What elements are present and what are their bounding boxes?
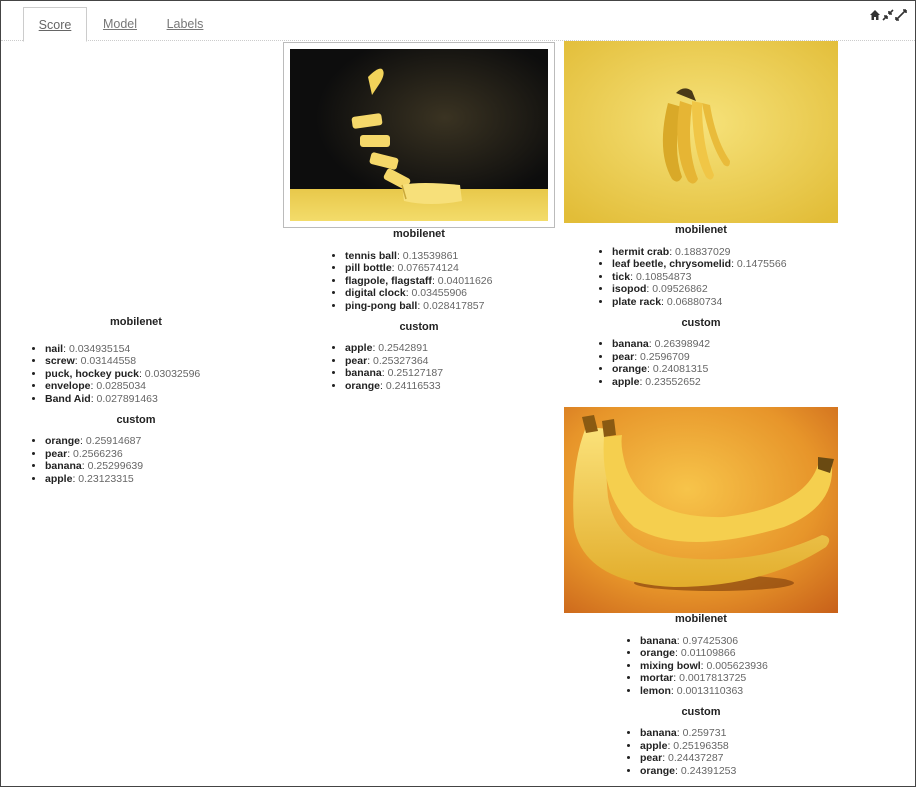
- list-item: hermit crab: 0.18837029: [612, 246, 838, 259]
- tab-labels[interactable]: Labels: [166, 7, 204, 41]
- tab-model[interactable]: Model: [102, 7, 138, 41]
- list-item: plate rack: 0.06880734: [612, 296, 838, 309]
- list-item: mortar: 0.0017813725: [640, 672, 838, 685]
- custom-heading: custom: [399, 320, 439, 333]
- list-item: pear: 0.25327364: [345, 355, 555, 368]
- banana-image: [564, 407, 838, 613]
- list-item: banana: 0.25299639: [45, 460, 257, 473]
- list-item: isopod: 0.09526862: [612, 283, 838, 296]
- list-item: apple: 0.23123315: [45, 473, 257, 486]
- list-item: orange: 0.24081315: [612, 363, 838, 376]
- list-item: pear: 0.2566236: [45, 448, 257, 461]
- list-item: pill bottle: 0.076574124: [345, 262, 555, 275]
- list-item: orange: 0.01109866: [640, 647, 838, 660]
- mobilenet-heading: mobilenet: [675, 613, 727, 625]
- custom-heading: custom: [681, 705, 721, 718]
- list-item: screw: 0.03144558: [45, 355, 257, 368]
- mobilenet-heading: mobilenet: [393, 228, 445, 240]
- list-item: banana: 0.259731: [640, 727, 838, 740]
- list-item: banana: 0.97425306: [640, 635, 838, 648]
- list-item: lemon: 0.0013110363: [640, 685, 838, 698]
- custom-predictions: apple: 0.2542891 pear: 0.25327364 banana…: [283, 342, 555, 392]
- result-image-3: [564, 41, 838, 223]
- custom-heading: custom: [116, 413, 156, 426]
- result-image-4: [564, 407, 838, 613]
- result-card-2: mobilenet tennis ball: 0.13539861 pill b…: [283, 228, 555, 393]
- list-item: tennis ball: 0.13539861: [345, 250, 555, 263]
- result-card-1: mobilenet nail: 0.034935154 screw: 0.031…: [15, 316, 257, 486]
- list-item: pear: 0.24437287: [640, 752, 838, 765]
- list-item: Band Aid: 0.027891463: [45, 393, 257, 406]
- result-image-2: [283, 42, 555, 228]
- list-item: mixing bowl: 0.005623936: [640, 660, 838, 673]
- mobilenet-predictions: hermit crab: 0.18837029 leaf beetle, chr…: [564, 246, 838, 309]
- home-icon[interactable]: [869, 8, 881, 20]
- mobilenet-predictions: banana: 0.97425306 orange: 0.01109866 mi…: [564, 635, 838, 698]
- mobilenet-predictions: tennis ball: 0.13539861 pill bottle: 0.0…: [283, 250, 555, 313]
- custom-predictions: banana: 0.259731 apple: 0.25196358 pear:…: [564, 727, 838, 777]
- list-item: flagpole, flagstaff: 0.04011626: [345, 275, 555, 288]
- custom-predictions: banana: 0.26398942 pear: 0.2596709 orang…: [564, 338, 838, 388]
- list-item: ping-pong ball: 0.028417857: [345, 300, 555, 313]
- list-item: nail: 0.034935154: [45, 343, 257, 356]
- app-window: Score Model Labels mobilenet nail: 0.034…: [0, 0, 916, 787]
- list-item: tick: 0.10854873: [612, 271, 838, 284]
- list-item: apple: 0.23552652: [612, 376, 838, 389]
- list-item: orange: 0.25914687: [45, 435, 257, 448]
- list-item: puck, hockey puck: 0.03032596: [45, 368, 257, 381]
- tab-bar: Score Model Labels: [1, 1, 915, 42]
- list-item: envelope: 0.0285034: [45, 380, 257, 393]
- list-item: banana: 0.25127187: [345, 367, 555, 380]
- list-item: apple: 0.25196358: [640, 740, 838, 753]
- mobilenet-heading: mobilenet: [110, 316, 162, 328]
- expand-icon[interactable]: [895, 8, 907, 21]
- list-item: banana: 0.26398942: [612, 338, 838, 351]
- banana-bunch-image: [564, 41, 838, 223]
- list-item: digital clock: 0.03455906: [345, 287, 555, 300]
- collapse-icon[interactable]: [882, 8, 894, 21]
- mobilenet-heading: mobilenet: [675, 224, 727, 236]
- toolbar-icons: [869, 8, 907, 21]
- mobilenet-predictions: nail: 0.034935154 screw: 0.03144558 puck…: [15, 343, 257, 406]
- tab-score[interactable]: Score: [23, 7, 87, 42]
- list-item: orange: 0.24391253: [640, 765, 838, 778]
- result-card-4: mobilenet banana: 0.97425306 orange: 0.0…: [564, 613, 838, 778]
- list-item: leaf beetle, chrysomelid: 0.1475566: [612, 258, 838, 271]
- custom-predictions: orange: 0.25914687 pear: 0.2566236 banan…: [15, 435, 257, 485]
- list-item: apple: 0.2542891: [345, 342, 555, 355]
- custom-heading: custom: [681, 316, 721, 329]
- result-card-3: mobilenet hermit crab: 0.18837029 leaf b…: [564, 224, 838, 389]
- list-item: pear: 0.2596709: [612, 351, 838, 364]
- sliced-banana-image: [290, 49, 548, 221]
- list-item: orange: 0.24116533: [345, 380, 555, 393]
